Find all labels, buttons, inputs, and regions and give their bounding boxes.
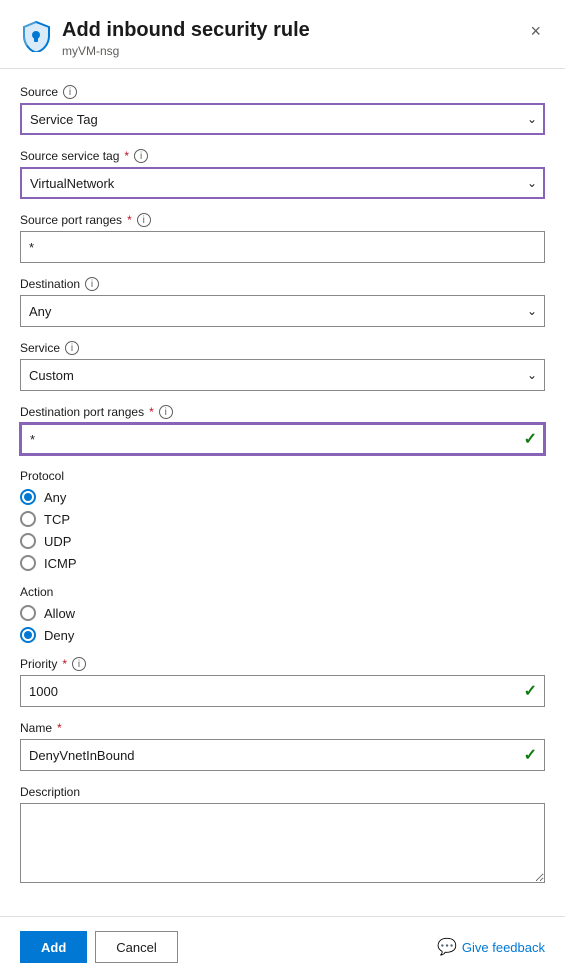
- panel-footer: Add Cancel 💬 Give feedback: [0, 916, 565, 977]
- destination-label: Destination i: [20, 277, 545, 291]
- source-service-tag-select[interactable]: VirtualNetwork: [20, 167, 545, 199]
- protocol-udp-item[interactable]: UDP: [20, 533, 545, 549]
- feedback-label: Give feedback: [462, 940, 545, 955]
- panel-subtitle: myVM-nsg: [62, 44, 310, 58]
- footer-buttons: Add Cancel: [20, 931, 178, 963]
- priority-input[interactable]: [20, 675, 545, 707]
- protocol-icmp-label: ICMP: [44, 556, 77, 571]
- source-port-ranges-input[interactable]: *: [20, 231, 545, 263]
- protocol-udp-label: UDP: [44, 534, 71, 549]
- description-textarea[interactable]: [20, 803, 545, 883]
- name-group: Name * ✓: [20, 721, 545, 771]
- protocol-radio-group: Any TCP UDP ICMP: [20, 489, 545, 571]
- cancel-button[interactable]: Cancel: [95, 931, 177, 963]
- destination-group: Destination i Any ⌄: [20, 277, 545, 327]
- action-group: Action Allow Deny: [20, 585, 545, 643]
- action-label: Action: [20, 585, 545, 599]
- protocol-tcp-item[interactable]: TCP: [20, 511, 545, 527]
- source-label: Source i: [20, 85, 545, 99]
- source-service-tag-select-wrapper: VirtualNetwork ⌄: [20, 167, 545, 199]
- protocol-any-item[interactable]: Any: [20, 489, 545, 505]
- protocol-group: Protocol Any TCP UDP ICMP: [20, 469, 545, 571]
- required-star-3: *: [149, 405, 154, 419]
- feedback-icon: 💬: [437, 937, 457, 957]
- action-deny-label: Deny: [44, 628, 74, 643]
- priority-info-icon[interactable]: i: [72, 657, 86, 671]
- panel-header: Add inbound security rule myVM-nsg ×: [0, 0, 565, 69]
- description-group: Description: [20, 785, 545, 886]
- source-port-ranges-label: Source port ranges * i: [20, 213, 545, 227]
- dest-port-ranges-info-icon[interactable]: i: [159, 405, 173, 419]
- dest-port-ranges-input[interactable]: [20, 423, 545, 455]
- name-check-icon: ✓: [524, 745, 537, 765]
- dest-port-ranges-input-wrapper: ✓: [20, 423, 545, 455]
- protocol-any-label: Any: [44, 490, 66, 505]
- priority-check-icon: ✓: [524, 681, 537, 701]
- protocol-label: Protocol: [20, 469, 545, 483]
- priority-input-wrapper: ✓: [20, 675, 545, 707]
- service-group: Service i Custom ⌄: [20, 341, 545, 391]
- add-inbound-rule-panel: Add inbound security rule myVM-nsg × Sou…: [0, 0, 565, 977]
- required-star-5: *: [57, 721, 62, 735]
- source-select-wrapper: Service Tag ⌄: [20, 103, 545, 135]
- service-label: Service i: [20, 341, 545, 355]
- priority-group: Priority * i ✓: [20, 657, 545, 707]
- name-label: Name *: [20, 721, 545, 735]
- source-port-ranges-group: Source port ranges * i *: [20, 213, 545, 263]
- destination-select-wrapper: Any ⌄: [20, 295, 545, 327]
- service-select[interactable]: Custom: [20, 359, 545, 391]
- action-allow-label: Allow: [44, 606, 75, 621]
- action-deny-radio[interactable]: [20, 627, 36, 643]
- source-service-tag-group: Source service tag * i VirtualNetwork ⌄: [20, 149, 545, 199]
- source-service-tag-label: Source service tag * i: [20, 149, 545, 163]
- source-info-icon[interactable]: i: [63, 85, 77, 99]
- protocol-any-radio[interactable]: [20, 489, 36, 505]
- priority-label: Priority * i: [20, 657, 545, 671]
- title-group: Add inbound security rule myVM-nsg: [20, 18, 310, 58]
- required-star-2: *: [127, 213, 132, 227]
- close-button[interactable]: ×: [526, 18, 545, 44]
- action-allow-item[interactable]: Allow: [20, 605, 545, 621]
- source-group: Source i Service Tag ⌄: [20, 85, 545, 135]
- name-input-wrapper: ✓: [20, 739, 545, 771]
- service-info-icon[interactable]: i: [65, 341, 79, 355]
- feedback-link[interactable]: 💬 Give feedback: [437, 937, 545, 957]
- source-select[interactable]: Service Tag: [20, 103, 545, 135]
- source-port-ranges-info-icon[interactable]: i: [137, 213, 151, 227]
- required-star: *: [124, 149, 129, 163]
- destination-select[interactable]: Any: [20, 295, 545, 327]
- dest-port-ranges-label: Destination port ranges * i: [20, 405, 545, 419]
- panel-body: Source i Service Tag ⌄ Source service ta…: [0, 69, 565, 916]
- panel-title: Add inbound security rule: [62, 18, 310, 42]
- source-port-ranges-input-wrapper: *: [20, 231, 545, 263]
- action-radio-group: Allow Deny: [20, 605, 545, 643]
- dest-port-check-icon: ✓: [524, 429, 537, 449]
- panel-title-text: Add inbound security rule myVM-nsg: [62, 18, 310, 58]
- action-allow-radio[interactable]: [20, 605, 36, 621]
- protocol-tcp-radio[interactable]: [20, 511, 36, 527]
- destination-info-icon[interactable]: i: [85, 277, 99, 291]
- dest-port-ranges-group: Destination port ranges * i ✓: [20, 405, 545, 455]
- source-service-tag-info-icon[interactable]: i: [134, 149, 148, 163]
- service-select-wrapper: Custom ⌄: [20, 359, 545, 391]
- shield-icon: [20, 20, 52, 52]
- protocol-icmp-radio[interactable]: [20, 555, 36, 571]
- protocol-udp-radio[interactable]: [20, 533, 36, 549]
- action-deny-item[interactable]: Deny: [20, 627, 545, 643]
- description-label: Description: [20, 785, 545, 799]
- name-input[interactable]: [20, 739, 545, 771]
- protocol-tcp-label: TCP: [44, 512, 70, 527]
- required-star-4: *: [62, 657, 67, 671]
- protocol-icmp-item[interactable]: ICMP: [20, 555, 545, 571]
- add-button[interactable]: Add: [20, 931, 87, 963]
